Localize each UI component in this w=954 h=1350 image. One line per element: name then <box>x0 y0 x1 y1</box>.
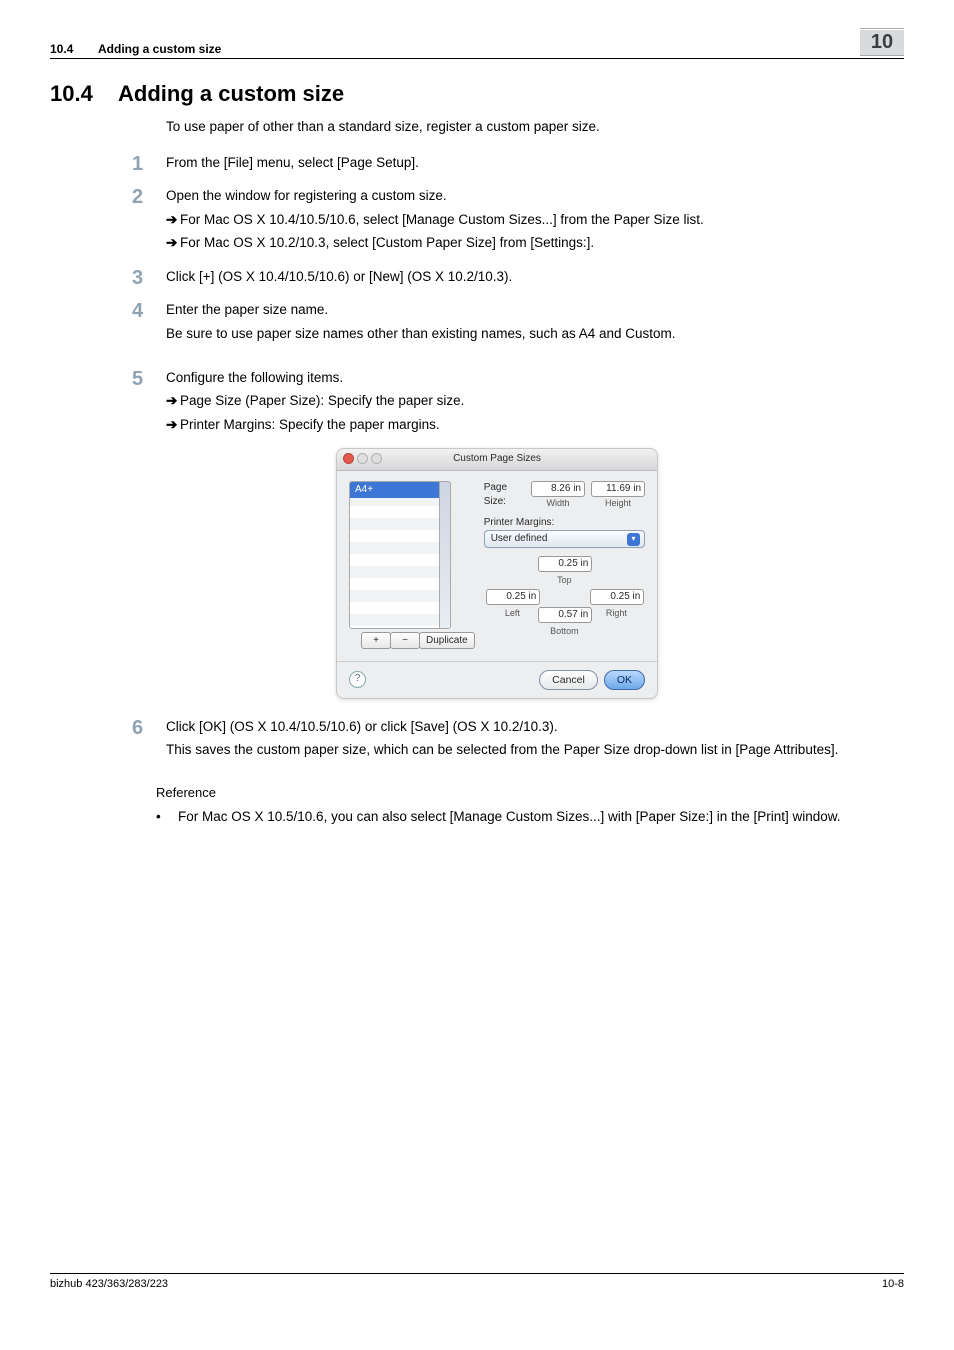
step-text: Enter the paper size name. <box>166 300 904 320</box>
step-number: 5 <box>132 368 166 439</box>
top-margin-field[interactable]: 0.25 in <box>538 556 592 572</box>
step-text: Click [+] (OS X 10.4/10.5/10.6) or [New]… <box>166 267 904 287</box>
reference-bullet: • For Mac OS X 10.5/10.6, you can also s… <box>156 807 904 827</box>
bullet-icon: • <box>156 807 178 827</box>
bottom-label: Bottom <box>538 625 590 638</box>
cancel-button[interactable]: Cancel <box>539 670 598 690</box>
header-section-number: 10.4 <box>50 42 98 56</box>
step-1: 1 From the [File] menu, select [Page Set… <box>166 153 904 177</box>
footer-model: bizhub 423/363/283/223 <box>50 1278 168 1290</box>
printer-margins-select[interactable]: User defined ▾ <box>484 530 645 548</box>
arrow-icon: ➔ <box>166 210 180 230</box>
screenshot-dialog: Custom Page Sizes A4+ + − Duplicate <box>336 448 658 699</box>
arrow-icon: ➔ <box>166 391 180 411</box>
page-size-label: Page Size: <box>484 481 525 510</box>
sizes-list[interactable]: A4+ <box>349 481 451 629</box>
step-number: 6 <box>132 717 166 774</box>
page-title: 10.4 Adding a custom size <box>50 81 904 107</box>
top-label: Top <box>538 574 590 587</box>
step-number: 4 <box>132 300 166 357</box>
reference-heading: Reference <box>156 784 904 803</box>
chapter-number-box: 10 <box>860 28 904 56</box>
ok-button[interactable]: OK <box>604 670 645 690</box>
step-subitem: ➔Printer Margins: Specify the paper marg… <box>184 415 904 435</box>
step-3: 3 Click [+] (OS X 10.4/10.5/10.6) or [Ne… <box>166 267 904 291</box>
width-label: Width <box>531 497 585 510</box>
step-text: Click [OK] (OS X 10.4/10.5/10.6) or clic… <box>166 717 904 737</box>
step-number: 1 <box>132 153 166 177</box>
duplicate-button[interactable]: Duplicate <box>419 632 475 649</box>
right-margin-field[interactable]: 0.25 in <box>590 589 644 605</box>
arrow-icon: ➔ <box>166 415 180 435</box>
title-text: Adding a custom size <box>118 81 344 107</box>
step-number: 3 <box>132 267 166 291</box>
left-label: Left <box>486 607 538 623</box>
minimize-icon <box>357 453 368 464</box>
height-field[interactable]: 11.69 in <box>591 481 645 497</box>
page-header: 10.4 Adding a custom size 10 <box>50 28 904 59</box>
step-subitem: ➔For Mac OS X 10.4/10.5/10.6, select [Ma… <box>184 210 904 230</box>
window-controls[interactable] <box>343 453 382 464</box>
right-label: Right <box>590 607 642 623</box>
scrollbar[interactable] <box>439 482 450 628</box>
footer-page: 10-8 <box>882 1278 904 1290</box>
step-6: 6 Click [OK] (OS X 10.4/10.5/10.6) or cl… <box>166 717 904 774</box>
chevron-down-icon: ▾ <box>627 533 640 546</box>
step-text: From the [File] menu, select [Page Setup… <box>166 153 904 173</box>
add-button[interactable]: + <box>361 632 391 649</box>
step-5: 5 Configure the following items. ➔Page S… <box>166 368 904 439</box>
remove-button[interactable]: − <box>390 632 420 649</box>
close-icon[interactable] <box>343 453 354 464</box>
step-note: Be sure to use paper size names other th… <box>166 324 904 344</box>
title-number: 10.4 <box>50 81 118 107</box>
step-4: 4 Enter the paper size name. Be sure to … <box>166 300 904 357</box>
arrow-icon: ➔ <box>166 233 180 253</box>
header-section-title: Adding a custom size <box>98 42 860 56</box>
list-item-selected[interactable]: A4+ <box>350 482 450 499</box>
printer-margins-label: Printer Margins: <box>484 516 645 531</box>
intro-text: To use paper of other than a standard si… <box>166 117 904 137</box>
step-note: This saves the custom paper size, which … <box>166 740 904 760</box>
reference-text: For Mac OS X 10.5/10.6, you can also sel… <box>178 807 904 827</box>
step-2: 2 Open the window for registering a cust… <box>166 186 904 257</box>
zoom-icon <box>371 453 382 464</box>
window-title: Custom Page Sizes <box>453 453 541 464</box>
step-text: Open the window for registering a custom… <box>166 186 904 206</box>
width-field[interactable]: 8.26 in <box>531 481 585 497</box>
window-titlebar: Custom Page Sizes <box>337 449 657 471</box>
step-subitem: ➔Page Size (Paper Size): Specify the pap… <box>184 391 904 411</box>
bottom-margin-field[interactable]: 0.57 in <box>538 607 592 623</box>
step-text: Configure the following items. <box>166 368 904 388</box>
left-margin-field[interactable]: 0.25 in <box>486 589 540 605</box>
help-button[interactable]: ? <box>349 671 366 688</box>
height-label: Height <box>591 497 645 510</box>
step-number: 2 <box>132 186 166 257</box>
step-subitem: ➔For Mac OS X 10.2/10.3, select [Custom … <box>184 233 904 253</box>
page-footer: bizhub 423/363/283/223 10-8 <box>50 1273 904 1290</box>
